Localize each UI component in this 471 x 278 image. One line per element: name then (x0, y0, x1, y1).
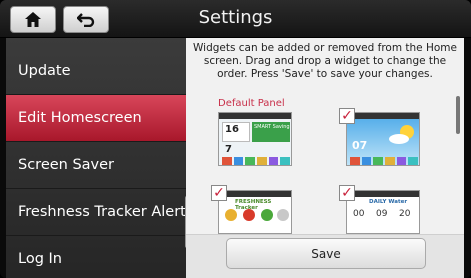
settings-sidebar: Update Edit Homescreen Screen Saver Fres… (6, 38, 186, 278)
page-title: Settings (198, 7, 273, 28)
smart-saving-widget[interactable]: 16 SMART Saving 7 (218, 112, 292, 166)
sidebar-item-label: Screen Saver (18, 157, 115, 173)
water-value-3: 20 (399, 209, 411, 219)
sun-cloud-icon (389, 125, 414, 144)
sidebar-item-edit-homescreen[interactable]: Edit Homescreen (6, 95, 186, 142)
daily-water-widget[interactable]: DAILY Water 00 09 20 (346, 190, 420, 234)
sidebar-item-screen-saver[interactable]: Screen Saver (6, 142, 186, 189)
sidebar-item-update[interactable]: Update (6, 48, 186, 95)
screen: Settings Update Edit Homescreen Screen S… (0, 0, 471, 278)
save-button[interactable]: Save (226, 238, 426, 269)
instructions-text: Widgets can be added or removed from the… (193, 42, 457, 80)
sidebar-item-label: Edit Homescreen (18, 110, 142, 126)
sidebar-item-label: Update (18, 63, 71, 79)
sidebar-item-label: Freshness Tracker Alert (18, 204, 186, 220)
water-value-2: 09 (376, 209, 388, 219)
weather-widget-checkbox[interactable]: ✓ (339, 108, 355, 124)
widget-number: 7 (225, 144, 232, 155)
daily-water-title: DAILY Water (369, 199, 408, 205)
daily-water-widget-checkbox[interactable]: ✓ (339, 185, 355, 201)
sidebar-item-freshness-tracker-alert[interactable]: Freshness Tracker Alert (6, 189, 186, 236)
weather-temp: 07 (352, 139, 368, 152)
freshness-tracker-widget[interactable]: FRESHNESS Tracker (218, 190, 292, 234)
water-value-1: 00 (353, 209, 365, 219)
sidebar-item-log-in[interactable]: Log In (6, 236, 186, 278)
widget-editor-panel: Widgets can be added or removed from the… (186, 38, 464, 278)
freshness-widget-checkbox[interactable]: ✓ (211, 185, 227, 201)
sidebar-item-label: Log In (18, 251, 62, 267)
header-bar: Settings (0, 0, 471, 38)
smart-saving-title: SMART Saving (254, 124, 290, 130)
panel-scrollbar[interactable] (456, 96, 460, 134)
calendar-day: 16 (225, 124, 239, 135)
default-panel-label: Default Panel (218, 98, 285, 109)
save-bar: Save (186, 234, 464, 278)
weather-widget[interactable]: 07 (346, 112, 420, 166)
